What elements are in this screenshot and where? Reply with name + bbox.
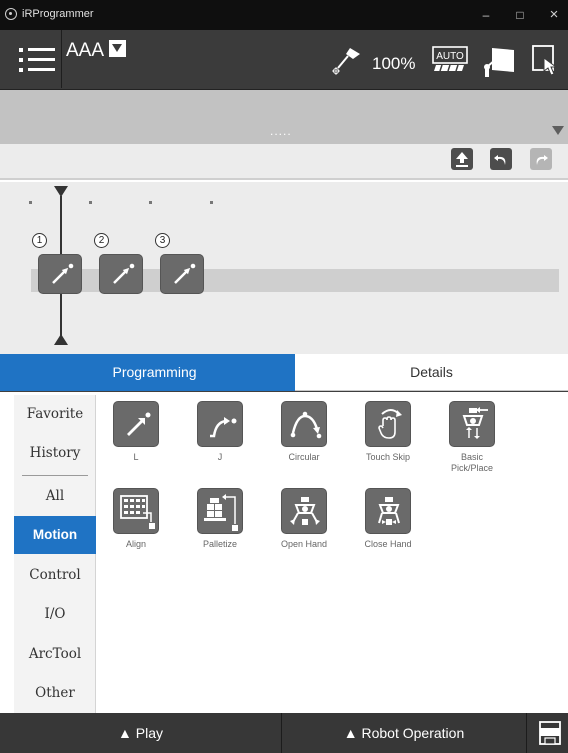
instruction-label: Open Hand (280, 539, 328, 549)
menu-icon-line (28, 68, 55, 71)
tab-details[interactable]: Details (295, 354, 568, 391)
instruction-touch-skip[interactable]: Touch Skip (348, 395, 428, 475)
joint-motion-icon[interactable] (197, 401, 243, 447)
instruction-circular[interactable]: Circular (264, 395, 344, 475)
undo-icon[interactable] (490, 148, 512, 170)
timeline-tick (89, 201, 92, 204)
circular-motion-icon[interactable] (281, 401, 327, 447)
timeline-cursor-bottom-handle[interactable] (54, 334, 68, 345)
svg-text:AUTO: AUTO (436, 51, 464, 62)
timeline-cursor-top-handle[interactable] (54, 186, 68, 197)
upload-icon[interactable] (451, 148, 473, 170)
program-banner[interactable]: ..... (0, 90, 568, 144)
instruction-label: Palletize (202, 539, 238, 549)
instruction-label: Basic Pick/Place (450, 452, 494, 473)
category-motion[interactable]: Motion (14, 516, 96, 554)
tab-accent (0, 354, 14, 391)
category-io[interactable]: I/O (14, 595, 96, 633)
timeline-tick (29, 201, 32, 204)
close-hand-icon[interactable] (365, 488, 411, 534)
category-other[interactable]: Other (14, 674, 96, 712)
menu-button[interactable] (0, 30, 62, 88)
bottom-bar: ▲ Play ▲ Robot Operation (0, 713, 568, 753)
instruction-label: Align (125, 539, 146, 549)
teach-pendant-icon[interactable] (482, 46, 516, 78)
menu-icon (19, 48, 23, 52)
close-button[interactable]: × (540, 5, 568, 25)
instruction-label: Close Hand (364, 539, 412, 549)
category-list: Favorite History All Motion Control I/O … (14, 395, 96, 713)
instruction-open-hand[interactable]: Open Hand (264, 482, 344, 562)
instruction-close-hand[interactable]: Close Hand (348, 482, 428, 562)
app-header: AAA 100% AUTO (0, 30, 568, 90)
touch-mode-icon[interactable] (530, 44, 562, 78)
category-history[interactable]: History (14, 434, 96, 472)
linear-motion-icon[interactable] (113, 401, 159, 447)
edit-toolbar (0, 144, 568, 180)
instruction-palette: L J Circular Touch Skip Basic Pick/Place… (96, 395, 568, 713)
node-number-3: 3 (155, 233, 170, 248)
timeline-node-1[interactable] (38, 254, 82, 294)
touch-skip-icon[interactable] (365, 401, 411, 447)
instruction-j[interactable]: J (180, 395, 260, 475)
open-hand-icon[interactable] (281, 488, 327, 534)
timeline-node-3[interactable] (160, 254, 204, 294)
timeline-node-2[interactable] (99, 254, 143, 294)
menu-icon-line (28, 58, 55, 61)
pick-place-icon[interactable] (449, 401, 495, 447)
palletize-icon[interactable] (197, 488, 243, 534)
robot-tool-icon[interactable] (330, 44, 362, 76)
node-number-2: 2 (94, 233, 109, 248)
auto-mode-icon[interactable]: AUTO (432, 46, 468, 72)
category-arctool[interactable]: ArcTool (14, 635, 96, 673)
category-divider (22, 475, 88, 476)
instruction-basic-pick-place[interactable]: Basic Pick/Place (432, 395, 512, 475)
align-icon[interactable] (113, 488, 159, 534)
expand-triangle-icon[interactable] (552, 126, 564, 135)
category-control[interactable]: Control (14, 556, 96, 594)
instruction-label: Touch Skip (365, 452, 411, 462)
tab-programming[interactable]: Programming (14, 354, 295, 391)
category-all[interactable]: All (14, 477, 96, 515)
instruction-palletize[interactable]: Palletize (180, 482, 260, 562)
program-timeline[interactable]: 1 2 3 (0, 182, 568, 354)
instruction-label: Circular (288, 452, 320, 462)
minimize-button[interactable]: – (472, 5, 500, 25)
instruction-label: J (217, 452, 223, 462)
linear-motion-icon (113, 263, 135, 284)
window-title: iRProgrammer (22, 8, 94, 20)
instruction-align[interactable]: Align (96, 482, 176, 562)
robot-operation-button[interactable]: ▲ Robot Operation (282, 713, 526, 753)
banner-dots: ..... (270, 124, 292, 138)
program-dropdown-icon[interactable] (109, 40, 126, 57)
timeline-tick (149, 201, 152, 204)
play-button[interactable]: ▲ Play (0, 713, 281, 753)
maximize-button[interactable]: □ (506, 5, 534, 25)
menu-icon-dot (19, 68, 23, 72)
instruction-l[interactable]: L (96, 395, 176, 475)
linear-motion-icon (52, 263, 74, 284)
node-number-1: 1 (32, 233, 47, 248)
category-favorite[interactable]: Favorite (14, 395, 96, 433)
tab-bar: Programming Details (0, 354, 568, 392)
window-title-bar: iRProgrammer – □ × (0, 0, 568, 30)
program-name[interactable]: AAA (66, 40, 104, 62)
instruction-label: L (133, 452, 139, 462)
menu-icon-dot (19, 58, 23, 62)
speed-override[interactable]: 100% (372, 54, 415, 74)
bottom-divider (526, 713, 527, 753)
timeline-tick (210, 201, 213, 204)
linear-motion-icon (174, 263, 196, 284)
menu-icon-line (28, 48, 55, 51)
app-icon (5, 8, 17, 20)
redo-icon[interactable] (530, 148, 552, 170)
printer-icon[interactable] (538, 720, 562, 746)
